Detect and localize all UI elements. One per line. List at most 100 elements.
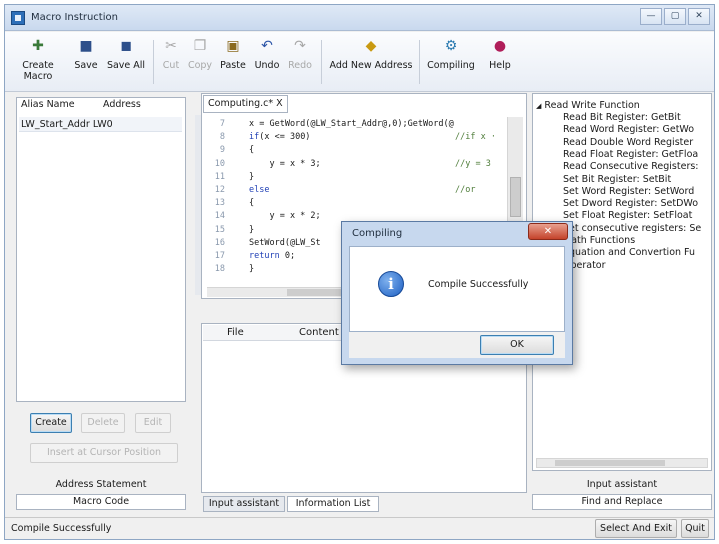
- tree-item[interactable]: Set Dword Register: SetDWo: [563, 198, 698, 209]
- tree-root-label: Read Write Function: [544, 100, 640, 111]
- code-line[interactable]: y = x * 2;: [249, 211, 320, 221]
- add-new-address-label: Add New Address: [329, 60, 413, 71]
- line-number: 14: [214, 211, 225, 222]
- tree-item[interactable]: Set consecutive registers: Se: [563, 223, 701, 234]
- create-macro-button[interactable]: ✚ Create Macro: [9, 38, 67, 86]
- code-keyword: if: [249, 132, 260, 143]
- tab-macro-code[interactable]: Macro Code: [16, 494, 186, 510]
- tree-horizontal-scrollbar[interactable]: [536, 458, 708, 468]
- code-line[interactable]: }: [249, 172, 254, 182]
- tree-item[interactable]: Set Float Register: SetFloat: [563, 210, 692, 221]
- help-label: Help: [489, 60, 511, 71]
- add-address-icon: ◆: [365, 38, 377, 54]
- quit-button[interactable]: Quit: [681, 519, 709, 538]
- create-macro-label: Create Macro: [22, 60, 54, 82]
- create-macro-icon: ✚: [32, 38, 44, 54]
- tree-item[interactable]: Read Word Register: GetWo: [563, 124, 694, 135]
- tree-item[interactable]: Read Double Word Register: [563, 137, 693, 148]
- save-all-label: Save All: [106, 60, 146, 71]
- line-number: 17: [214, 251, 225, 261]
- line-number: 18: [214, 264, 225, 275]
- address-row[interactable]: LW_Start_Addr LW0: [19, 117, 182, 132]
- code-line[interactable]: return 0;: [249, 251, 295, 261]
- tree-root[interactable]: ◢ Read Write Function: [536, 100, 640, 111]
- tab-information-list[interactable]: Information List: [287, 496, 379, 512]
- content-column-header[interactable]: Content: [299, 327, 339, 338]
- help-button[interactable]: ● Help: [483, 38, 517, 86]
- line-number: 8: [219, 132, 225, 143]
- tree-item[interactable]: Set Bit Register: SetBit: [563, 174, 671, 185]
- code-line[interactable]: {: [249, 145, 254, 155]
- line-number: 16: [214, 237, 225, 248]
- code-line[interactable]: if(x <= 300): [249, 132, 310, 142]
- cut-label: Cut: [162, 60, 180, 71]
- dialog-close-button[interactable]: ✕: [528, 223, 568, 240]
- compiling-button[interactable]: ⚙ Compiling: [425, 38, 477, 86]
- line-number: 13: [214, 198, 225, 209]
- collapse-arrow-icon: ◢: [536, 102, 542, 110]
- edit-button[interactable]: Edit: [135, 413, 171, 433]
- insert-at-cursor-button[interactable]: Insert at Cursor Position: [30, 443, 178, 463]
- line-number: 12: [214, 185, 225, 195]
- tab-find-and-replace[interactable]: Find and Replace: [532, 494, 712, 510]
- save-all-icon: ◼: [120, 38, 132, 54]
- undo-button[interactable]: ↶ Undo: [251, 38, 283, 86]
- paste-label: Paste: [220, 60, 246, 71]
- help-icon: ●: [493, 38, 507, 54]
- compiling-dialog: Compiling ✕ i Compile Successfully OK: [341, 221, 573, 365]
- cut-button[interactable]: ✂ Cut: [159, 38, 183, 86]
- file-column-header[interactable]: File: [227, 327, 244, 338]
- tree-item[interactable]: Read Bit Register: GetBit: [563, 112, 681, 123]
- tree-item[interactable]: Equation and Convertion Fu: [563, 247, 695, 258]
- save-icon: ■: [79, 38, 93, 54]
- address-header[interactable]: Address: [103, 99, 141, 115]
- code-comment: //y = 3: [455, 158, 491, 169]
- code-line[interactable]: else: [249, 185, 269, 195]
- save-button[interactable]: ■ Save: [71, 38, 101, 86]
- address-statement-label: Address Statement: [55, 479, 147, 490]
- code-comment: //or: [455, 185, 476, 195]
- status-text: Compile Successfully: [11, 523, 112, 534]
- input-assistant-label: Input assistant: [586, 479, 658, 490]
- copy-button[interactable]: ❐ Copy: [185, 38, 215, 86]
- tree-item[interactable]: Math Functions: [563, 235, 635, 246]
- code-line[interactable]: }: [249, 264, 254, 274]
- minimize-button[interactable]: —: [640, 8, 662, 25]
- tree-item[interactable]: Set Word Register: SetWord: [563, 186, 694, 197]
- code-line[interactable]: y = x * 3;: [249, 159, 320, 169]
- line-number: 9: [219, 145, 225, 156]
- address-list: Alias Name Address LW_Start_Addr LW0: [16, 97, 186, 402]
- select-and-exit-button[interactable]: Select And Exit: [595, 519, 677, 538]
- tab-computing-c[interactable]: Computing.c* X: [203, 95, 288, 113]
- row-alias: LW_Start_Addr: [21, 119, 90, 130]
- compiling-label: Compiling: [427, 60, 475, 71]
- paste-button[interactable]: ▣ Paste: [217, 38, 249, 86]
- line-number: 15: [214, 224, 225, 235]
- toolbar-separator: [419, 40, 420, 84]
- code-line[interactable]: x = GetWord(@LW_Start_Addr@,0);GetWord(@: [249, 119, 454, 129]
- code-line[interactable]: }: [249, 225, 254, 235]
- code-line[interactable]: {: [249, 198, 254, 208]
- tree-item[interactable]: Read Consecutive Registers:: [563, 161, 699, 172]
- code-keyword: else: [249, 185, 270, 195]
- splitter-handle[interactable]: [195, 115, 201, 295]
- undo-label: Undo: [254, 60, 280, 71]
- redo-button[interactable]: ↷ Redo: [285, 38, 315, 86]
- tree-item[interactable]: Read Float Register: GetFloa: [563, 149, 698, 160]
- maximize-button[interactable]: ▢: [664, 8, 686, 25]
- copy-label: Copy: [187, 60, 213, 71]
- code-line[interactable]: SetWord(@LW_St: [249, 238, 321, 248]
- scrollbar-thumb[interactable]: [555, 460, 665, 466]
- add-new-address-button[interactable]: ◆ Add New Address: [327, 38, 415, 86]
- line-number: 7: [219, 119, 225, 129]
- create-button[interactable]: Create: [30, 413, 72, 433]
- close-window-button[interactable]: ✕: [688, 8, 710, 25]
- scrollbar-thumb[interactable]: [510, 177, 521, 217]
- undo-icon: ↶: [261, 38, 273, 54]
- delete-button[interactable]: Delete: [81, 413, 125, 433]
- alias-name-header[interactable]: Alias Name: [21, 99, 75, 115]
- save-all-button[interactable]: ◼ Save All: [105, 38, 147, 86]
- ok-button[interactable]: OK: [480, 335, 554, 355]
- tab-input-assistant[interactable]: Input assistant: [203, 496, 285, 512]
- app-icon: [11, 11, 25, 25]
